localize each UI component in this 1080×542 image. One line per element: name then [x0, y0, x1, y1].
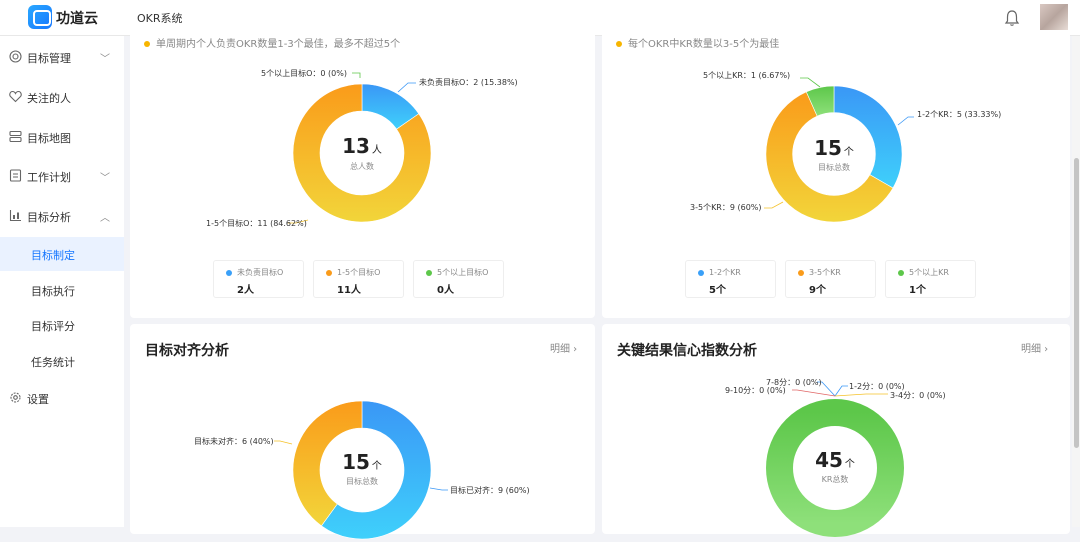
- bell-icon[interactable]: [1004, 9, 1020, 27]
- legend-value: 2人: [237, 285, 254, 296]
- people-okr-card: 单周期内个人负责OKR数量1-3个最佳，最多不超过5个 13 人 总人数 5个以上…: [130, 30, 595, 318]
- sidebar-subitem-label: 目标制定: [31, 249, 75, 262]
- target-icon: [9, 50, 22, 63]
- sidebar-item-label: 设置: [27, 393, 49, 406]
- sidebar-subitem-target-scoring[interactable]: 目标评分: [0, 308, 124, 342]
- legend-value: 5个: [709, 285, 726, 296]
- kr-count-card: 每个OKR中KR数量以3-5个为最佳 15 个 目标总数 5个以上KR：1 (6.…: [602, 30, 1070, 318]
- sidebar-subitem-label: 目标执行: [31, 285, 75, 298]
- legend-value: 0人: [437, 285, 454, 296]
- legend-name: 1-2个KR: [709, 268, 741, 277]
- sidebar-subitem-target-execution[interactable]: 目标执行: [0, 273, 124, 307]
- legend-name: 3-5个KR: [809, 268, 841, 277]
- confidence-callout-lines: [792, 381, 888, 397]
- brand-name: 功道云: [56, 11, 98, 27]
- confidence-card: 关键结果信心指数分析 明细 › 45 个 KR总数 7-8分：0 (0%) 1-2…: [602, 324, 1070, 537]
- sidebar: 目标管理 ﹀ 关注的人 目标地图 工作计划 ﹀ 目标分析 ︿ 目标制定 目标执行…: [0, 36, 124, 527]
- sidebar-subitem-label: 目标评分: [31, 320, 75, 333]
- legend-name: 未负责目标O: [237, 268, 284, 277]
- legend-name: 5个以上KR: [909, 268, 949, 277]
- legend-dot: [426, 270, 432, 276]
- logo-icon[interactable]: [28, 5, 52, 29]
- legend-dot: [798, 270, 804, 276]
- sidebar-item-settings[interactable]: 设置: [0, 381, 124, 415]
- legend-no-o: 未负责目标O 2人: [213, 260, 304, 298]
- callout-not-aligned: 目标未对齐：6 (40%): [194, 437, 274, 446]
- sidebar-subitem-label: 任务统计: [31, 356, 75, 369]
- callout-9to10: 9-10分：0 (0%): [725, 386, 786, 395]
- callout-no-o: 未负责目标O：2 (15.38%): [419, 78, 518, 87]
- callout-over5-o: 5个以上目标O：0 (0%): [261, 69, 347, 78]
- scrollbar-thumb[interactable]: [1074, 158, 1079, 448]
- chevron-down-icon: ﹀: [100, 54, 110, 65]
- gear-icon: [10, 392, 21, 403]
- legend-name: 1-5个目标O: [337, 268, 381, 277]
- callout-3to4: 3-4分：0 (0%): [890, 391, 946, 400]
- callout-3to5-kr: 3-5个KR：9 (60%): [690, 203, 762, 212]
- sidebar-item-followed-people[interactable]: 关注的人: [0, 80, 124, 114]
- legend-1to5-o: 1-5个目标O 11人: [313, 260, 404, 298]
- sidebar-subitem-target-setting[interactable]: 目标制定: [0, 237, 124, 271]
- chevron-down-icon: ﹀: [100, 173, 110, 184]
- sidebar-item-target-map[interactable]: 目标地图: [0, 120, 124, 154]
- callout-1to5-o: 1-5个目标O：11 (84.62%): [206, 219, 307, 228]
- sidebar-item-work-plan[interactable]: 工作计划 ﹀: [0, 159, 124, 193]
- system-title: OKR系统: [137, 12, 183, 25]
- legend-name: 5个以上目标O: [437, 268, 489, 277]
- legend-dot: [698, 270, 704, 276]
- callout-over5-kr: 5个以上KR：1 (6.67%): [703, 71, 791, 80]
- callout-aligned: 目标已对齐：9 (60%): [450, 486, 530, 495]
- legend-dot: [326, 270, 332, 276]
- legend-dot: [226, 270, 232, 276]
- map-icon: [9, 130, 22, 143]
- alignment-callout-lines: [274, 440, 448, 491]
- legend-value: 11人: [337, 285, 361, 296]
- chart-icon: [9, 210, 21, 222]
- legend-dot: [898, 270, 904, 276]
- sidebar-item-label: 目标分析: [27, 211, 71, 224]
- heart-icon: [9, 90, 22, 103]
- legend-value: 9个: [809, 285, 826, 296]
- avatar[interactable]: [1040, 4, 1068, 30]
- sidebar-item-target-management[interactable]: 目标管理 ﹀: [0, 40, 124, 74]
- legend-over5-kr: 5个以上KR 1个: [885, 260, 976, 298]
- chevron-up-icon: ︿: [100, 213, 110, 224]
- alignment-card: 目标对齐分析 明细 › 15 个 目标总数 目标未对齐：6 (40%) 目标已对齐…: [130, 324, 595, 540]
- sidebar-item-target-analysis[interactable]: 目标分析 ︿: [0, 199, 124, 233]
- plan-icon: [9, 169, 22, 182]
- legend-over5-o: 5个以上目标O 0人: [413, 260, 504, 298]
- sidebar-item-label: 工作计划: [27, 171, 71, 184]
- sidebar-subitem-task-statistics[interactable]: 任务统计: [0, 344, 124, 378]
- callout-1to2-kr: 1-2个KR：5 (33.33%): [917, 110, 1002, 119]
- sidebar-item-label: 目标地图: [27, 132, 71, 145]
- sidebar-item-label: 关注的人: [27, 92, 71, 105]
- legend-value: 1个: [909, 285, 926, 296]
- legend-3to5-kr: 3-5个KR 9个: [785, 260, 876, 298]
- legend-1to2-kr: 1-2个KR 5个: [685, 260, 776, 298]
- sidebar-item-label: 目标管理: [27, 52, 71, 65]
